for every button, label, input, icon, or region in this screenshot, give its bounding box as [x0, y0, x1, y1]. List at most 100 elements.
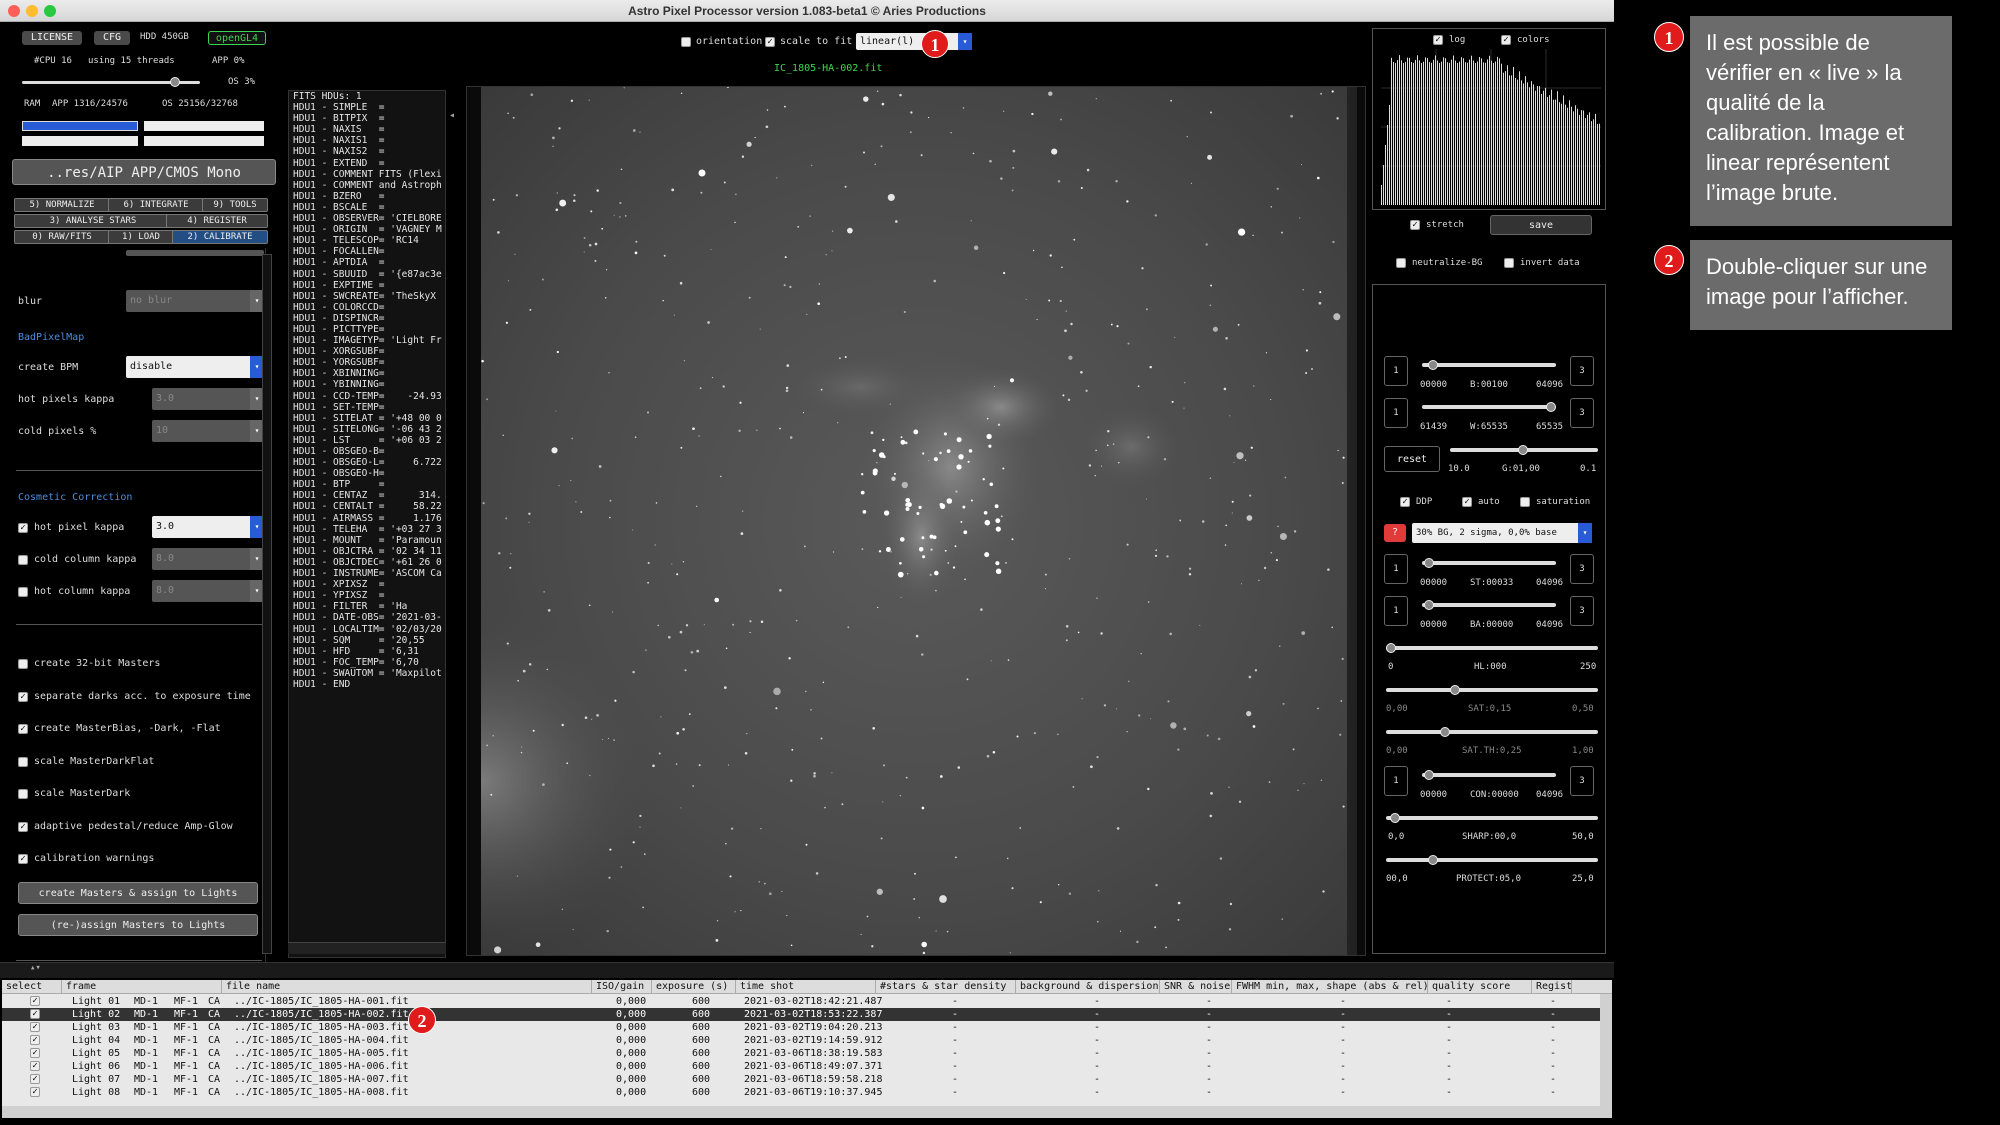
protect-slider[interactable]	[1386, 858, 1598, 862]
cold-column-checkbox[interactable]	[18, 555, 28, 565]
create-bpm-select[interactable]: disable ▾	[126, 356, 264, 378]
tab-raw-fits[interactable]: 0) RAW/FITS	[14, 230, 110, 244]
colors-checkbox[interactable]: ✓	[1501, 35, 1511, 45]
close-window-icon[interactable]	[8, 5, 20, 17]
table-row[interactable]: ✓ Light 03 MD-1 MF-1 CA ../IC-1805/IC_1805-HA…	[2, 1021, 1600, 1034]
row-select-checkbox[interactable]: ✓	[30, 1035, 40, 1045]
sat-slider[interactable]	[1386, 688, 1598, 692]
option-checkbox[interactable]: ✓	[18, 821, 28, 832]
create-masters-button[interactable]: create Masters & assign to Lights	[18, 882, 258, 904]
invert-data-checkbox[interactable]	[1504, 258, 1514, 268]
b-decrease-button[interactable]: 1	[1384, 356, 1408, 386]
satth-slider[interactable]	[1386, 730, 1598, 734]
column-header[interactable]: background & dispersion	[1016, 980, 1160, 994]
row-select-checkbox[interactable]: ✓	[30, 1009, 40, 1019]
option-checkbox[interactable]	[18, 789, 28, 799]
column-header[interactable]: exposure (s)	[652, 980, 736, 994]
column-header[interactable]: ISO/gain	[592, 980, 652, 994]
sharp-knob[interactable]	[1390, 813, 1400, 823]
scale-to-fit-checkbox[interactable]: ✓	[765, 37, 775, 47]
auto-stretch-preset-select[interactable]: 30% BG, 2 sigma, 0,0% base ▾	[1412, 523, 1592, 543]
cpu-threads-knob[interactable]	[170, 77, 180, 87]
stretch-checkbox[interactable]: ✓	[1410, 220, 1420, 230]
ba-increase-button[interactable]: 3	[1570, 596, 1594, 626]
row-select-checkbox[interactable]: ✓	[30, 1061, 40, 1071]
column-header[interactable]: quality score	[1428, 980, 1532, 994]
option-checkbox[interactable]	[18, 659, 28, 669]
stretch-mode-select[interactable]: linear(l) ▾	[856, 33, 972, 50]
save-button[interactable]: save	[1490, 215, 1592, 235]
column-header[interactable]: FWHM min, max, shape (abs & rel)	[1232, 980, 1428, 994]
auto-checkbox[interactable]: ✓	[1462, 497, 1472, 507]
option-checkbox[interactable]: ✓	[18, 691, 28, 702]
hl-knob[interactable]	[1386, 643, 1396, 653]
row-select-checkbox[interactable]: ✓	[30, 1074, 40, 1084]
calibrate-scrollbar[interactable]	[262, 254, 272, 954]
column-header[interactable]: SNR & noise	[1160, 980, 1232, 994]
row-select-checkbox[interactable]: ✓	[30, 1048, 40, 1058]
table-horizontal-scrollbar[interactable]	[2, 1106, 1612, 1118]
con-slider[interactable]	[1422, 773, 1556, 777]
table-row[interactable]: ✓ Light 04 MD-1 MF-1 CA ../IC-1805/IC_1805-HA…	[2, 1034, 1600, 1047]
ba-slider[interactable]	[1422, 603, 1556, 607]
tab-integrate[interactable]: 6) INTEGRATE	[108, 198, 204, 212]
table-row[interactable]: ✓ Light 08 MD-1 MF-1 CA ../IC-1805/IC_1805-HA…	[2, 1086, 1600, 1099]
sat-knob[interactable]	[1450, 685, 1460, 695]
table-row[interactable]: ✓ Light 02 MD-1 MF-1 CA ../IC-1805/IC_1805-HA…	[2, 1008, 1600, 1021]
w-slider[interactable]	[1422, 405, 1556, 409]
b-increase-button[interactable]: 3	[1570, 356, 1594, 386]
column-header[interactable]: select	[2, 980, 62, 994]
satth-knob[interactable]	[1440, 727, 1450, 737]
ba-decrease-button[interactable]: 1	[1384, 596, 1408, 626]
w-knob[interactable]	[1546, 402, 1556, 412]
image-viewer[interactable]	[466, 86, 1366, 956]
fits-horizontal-scrollbar[interactable]	[288, 942, 446, 954]
con-increase-button[interactable]: 3	[1570, 766, 1594, 796]
help-button[interactable]: ?	[1384, 524, 1406, 542]
minimize-window-icon[interactable]	[26, 5, 38, 17]
reassign-masters-button[interactable]: (re-)assign Masters to Lights	[18, 914, 258, 936]
column-header[interactable]: time shot	[736, 980, 876, 994]
w-decrease-button[interactable]: 1	[1384, 398, 1408, 428]
column-header[interactable]: Registra	[1532, 980, 1572, 994]
b-knob[interactable]	[1428, 360, 1438, 370]
reset-button[interactable]: reset	[1384, 446, 1440, 472]
column-header[interactable]: #stars & star density	[876, 980, 1016, 994]
option-checkbox[interactable]: ✓	[18, 724, 28, 734]
protect-knob[interactable]	[1428, 855, 1438, 865]
astro-image[interactable]	[481, 87, 1351, 955]
image-scrollbar[interactable]	[1347, 87, 1357, 955]
table-row[interactable]: ✓ Light 06 MD-1 MF-1 CA ../IC-1805/IC_1805-HA…	[2, 1060, 1600, 1073]
zoom-window-icon[interactable]	[44, 5, 56, 17]
sharp-slider[interactable]	[1386, 816, 1598, 820]
table-vertical-scrollbar[interactable]	[1600, 994, 1612, 1106]
st-knob[interactable]	[1424, 558, 1434, 568]
tab-tools[interactable]: 9) TOOLS	[202, 198, 268, 212]
st-increase-button[interactable]: 3	[1570, 554, 1594, 584]
tab-load[interactable]: 1) LOAD	[108, 230, 174, 244]
column-header[interactable]: file name	[222, 980, 592, 994]
hot-column-checkbox[interactable]	[18, 587, 28, 597]
tab-analyse-stars[interactable]: 3) ANALYSE STARS	[14, 214, 172, 228]
hl-slider[interactable]	[1386, 646, 1598, 650]
table-row[interactable]: ✓ Light 01 MD-1 MF-1 CA ../IC-1805/IC_1805-HA…	[2, 995, 1600, 1008]
collapse-arrow-icon[interactable]: ◂	[449, 110, 459, 124]
table-row[interactable]: ✓ Light 07 MD-1 MF-1 CA ../IC-1805/IC_1805-HA…	[2, 1073, 1600, 1086]
ddp-checkbox[interactable]: ✓	[1400, 497, 1410, 507]
option-checkbox[interactable]: ✓	[18, 854, 28, 864]
con-knob[interactable]	[1424, 770, 1434, 780]
log-checkbox[interactable]: ✓	[1433, 35, 1443, 45]
st-decrease-button[interactable]: 1	[1384, 554, 1408, 584]
panel-splitter[interactable]: ▴▾	[0, 962, 1614, 978]
hot-pixel-kappa-select[interactable]: 3.0 ▾	[152, 516, 264, 538]
column-header[interactable]: frame	[62, 980, 222, 994]
cfg-button[interactable]: CFG	[94, 31, 130, 45]
license-button[interactable]: LICENSE	[22, 31, 82, 45]
option-checkbox[interactable]	[18, 756, 28, 767]
gamma-knob[interactable]	[1518, 445, 1528, 455]
sort-arrows-icon[interactable]: ▴▾	[30, 963, 41, 973]
table-row[interactable]: ✓ Light 05 MD-1 MF-1 CA ../IC-1805/IC_1805-HA…	[2, 1047, 1600, 1060]
orientation-checkbox[interactable]	[681, 37, 691, 47]
row-select-checkbox[interactable]: ✓	[30, 1087, 40, 1097]
con-decrease-button[interactable]: 1	[1384, 766, 1408, 796]
